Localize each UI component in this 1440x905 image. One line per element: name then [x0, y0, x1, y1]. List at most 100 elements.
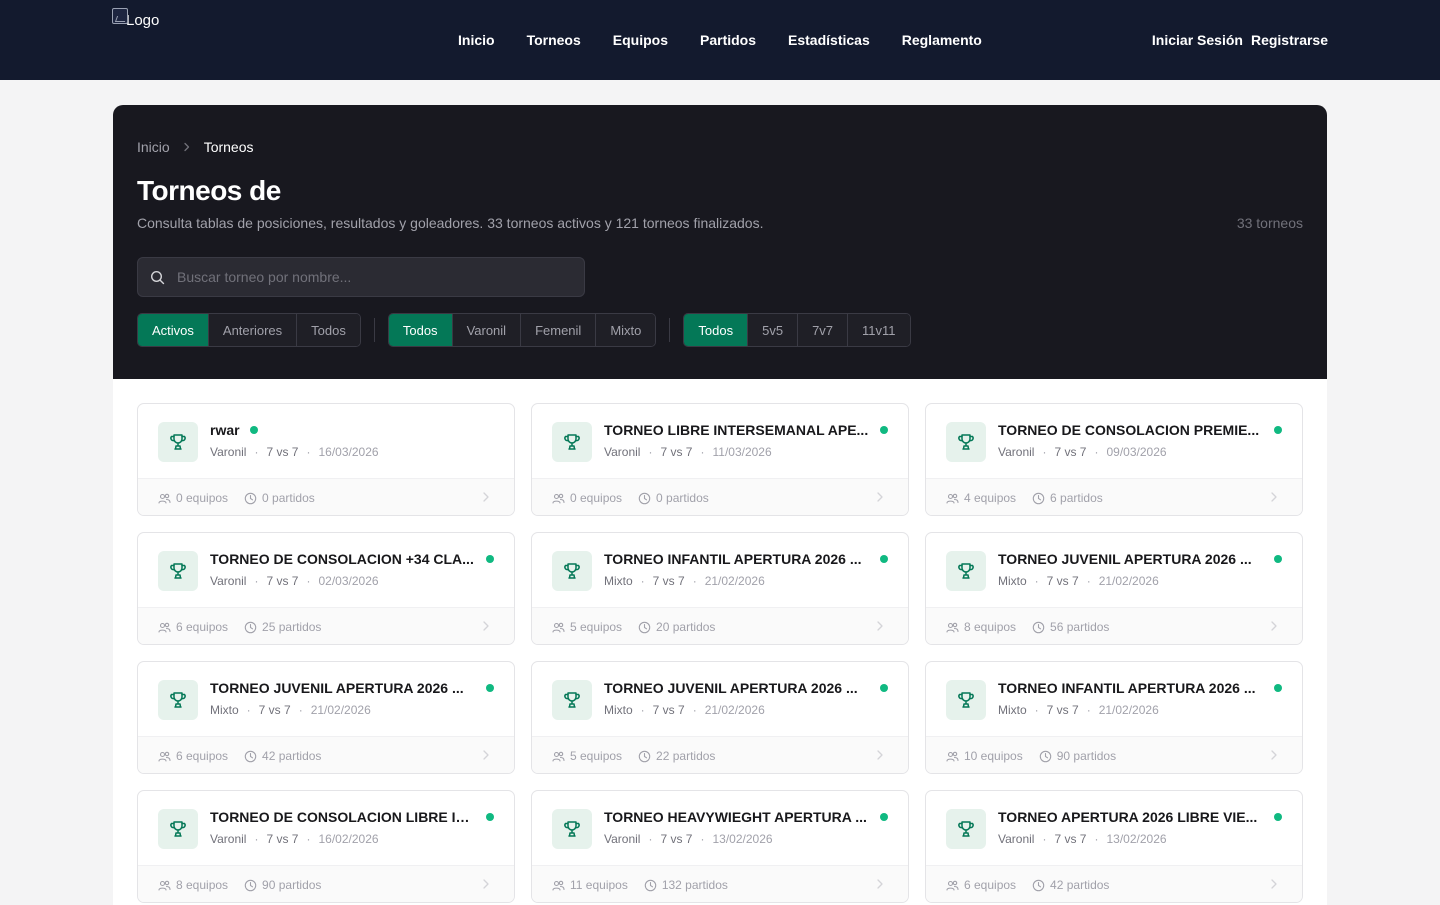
users-icon — [946, 751, 959, 762]
tournament-gender: Varonil — [998, 445, 1035, 459]
tournament-name: TORNEO DE CONSOLACION LIBRE IN... — [210, 809, 476, 825]
tournament-card[interactable]: TORNEO DE CONSOLACION +34 CLA... Varonil… — [137, 532, 515, 645]
tournament-name: TORNEO JUVENIL APERTURA 2026 ... — [210, 680, 464, 696]
tournament-gender: Mixto — [998, 703, 1027, 717]
tournament-card[interactable]: rwar Varonil · 7 vs 7 · 16/03/2026 0 equip… — [137, 403, 515, 516]
trophy-icon — [158, 422, 198, 462]
team-count: 8 equipos — [176, 878, 229, 892]
chevron-right-icon — [874, 491, 886, 503]
tournament-card[interactable]: TORNEO JUVENIL APERTURA 2026 ... Mixto · … — [137, 661, 515, 774]
login-link[interactable]: Iniciar Sesión — [1152, 32, 1243, 48]
tournament-card[interactable]: TORNEO INFANTIL APERTURA 2026 ... Mixto ·… — [925, 661, 1303, 774]
tournament-card[interactable]: TORNEO LIBRE INTERSEMANAL APE... Varonil… — [531, 403, 909, 516]
search-box — [137, 257, 585, 297]
main-container: Inicio Torneos Torneos de Consulta tabla… — [113, 105, 1327, 905]
main-nav: Inicio Torneos Equipos Partidos Estadíst… — [442, 0, 998, 80]
page-subtitle: Consulta tablas de posiciones, resultado… — [137, 215, 764, 231]
active-status-dot — [249, 426, 258, 434]
nav-link-equipos[interactable]: Equipos — [597, 32, 684, 48]
filter-format-todos[interactable]: Todos — [684, 314, 749, 346]
format-filter-group: Todos 5v5 7v7 11v11 — [683, 313, 911, 347]
tournament-gender: Mixto — [604, 574, 633, 588]
team-count: 8 equipos — [964, 620, 1017, 634]
tournament-card[interactable]: TORNEO APERTURA 2026 LIBRE VIE... Varoni… — [925, 790, 1303, 903]
tournament-format: 7 vs 7 — [266, 574, 299, 588]
trophy-icon — [158, 680, 198, 720]
team-count: 4 equipos — [964, 491, 1017, 505]
logo-alt-text: Logo — [126, 12, 160, 29]
tournament-card[interactable]: TORNEO JUVENIL APERTURA 2026 ... Mixto · … — [925, 532, 1303, 645]
gender-filter-group: Todos Varonil Femenil Mixto — [387, 313, 657, 347]
search-input[interactable] — [177, 269, 557, 285]
match-count: 90 partidos — [262, 878, 322, 892]
active-status-dot — [880, 426, 888, 434]
breadcrumb: Inicio Torneos — [137, 139, 254, 155]
tournament-date: 21/02/2026 — [1098, 703, 1159, 717]
clock-icon — [644, 879, 657, 891]
tournament-date: 21/02/2026 — [704, 703, 765, 717]
chevron-right-icon — [182, 142, 192, 152]
nav-link-partidos[interactable]: Partidos — [684, 32, 772, 48]
breadcrumb-current: Torneos — [203, 139, 254, 155]
tournament-name: TORNEO DE CONSOLACION PREMIE... — [998, 422, 1260, 438]
tournament-card[interactable]: TORNEO INFANTIL APERTURA 2026 ... Mixto ·… — [531, 532, 909, 645]
logo[interactable]: Logo — [112, 8, 159, 32]
team-count: 5 equipos — [570, 620, 623, 634]
active-status-dot — [880, 555, 888, 563]
users-icon — [552, 493, 565, 504]
filter-status-anteriores[interactable]: Anteriores — [208, 314, 298, 346]
tournament-format: 7 vs 7 — [1046, 574, 1079, 588]
tournament-gender: Mixto — [998, 574, 1027, 588]
trophy-icon — [946, 422, 986, 462]
tournament-card[interactable]: TORNEO JUVENIL APERTURA 2026 ... Mixto · … — [531, 661, 909, 774]
chevron-right-icon — [1268, 749, 1280, 761]
filter-status-todos[interactable]: Todos — [297, 314, 360, 346]
breadcrumb-home[interactable]: Inicio — [137, 139, 170, 155]
chevron-right-icon — [480, 491, 492, 503]
tournament-card[interactable]: TORNEO DE CONSOLACION LIBRE IN... Varoni… — [137, 790, 515, 903]
filter-gender-varonil[interactable]: Varonil — [452, 314, 522, 346]
trophy-icon — [552, 422, 592, 462]
filter-divider — [669, 318, 671, 342]
match-count: 42 partidos — [1050, 878, 1110, 892]
chevron-right-icon — [1268, 491, 1280, 503]
page-title: Torneos de — [137, 175, 281, 206]
nav-link-inicio[interactable]: Inicio — [442, 32, 511, 48]
tournament-format: 7 vs 7 — [660, 445, 693, 459]
clock-icon — [244, 750, 257, 762]
tournament-format: 7 vs 7 — [660, 832, 693, 846]
active-status-dot — [1274, 684, 1282, 692]
trophy-icon — [552, 680, 592, 720]
top-navbar: Logo Inicio Torneos Equipos Partidos Est… — [0, 0, 1440, 80]
tournament-format: 7 vs 7 — [1046, 703, 1079, 717]
filter-format-7v7[interactable]: 7v7 — [798, 314, 849, 346]
filter-gender-todos[interactable]: Todos — [388, 314, 453, 346]
tournament-format: 7 vs 7 — [266, 445, 299, 459]
filter-format-5v5[interactable]: 5v5 — [748, 314, 799, 346]
match-count: 0 partidos — [262, 491, 315, 505]
register-link[interactable]: Registrarse — [1251, 32, 1328, 48]
active-status-dot — [1274, 426, 1282, 434]
users-icon — [946, 622, 959, 633]
filter-gender-mixto[interactable]: Mixto — [596, 314, 656, 346]
tournament-card[interactable]: TORNEO HEAVYWIEGHT APERTURA ... Varonil ·… — [531, 790, 909, 903]
clock-icon — [638, 621, 651, 633]
tournament-date: 16/03/2026 — [318, 445, 379, 459]
nav-link-estadisticas[interactable]: Estadísticas — [772, 32, 886, 48]
match-count: 132 partidos — [661, 878, 728, 892]
match-count: 42 partidos — [262, 749, 322, 763]
users-icon — [158, 493, 171, 504]
filter-format-11v11[interactable]: 11v11 — [848, 314, 910, 346]
filter-gender-femenil[interactable]: Femenil — [521, 314, 597, 346]
match-count: 0 partidos — [656, 491, 709, 505]
nav-link-reglamento[interactable]: Reglamento — [886, 32, 998, 48]
match-count: 90 partidos — [1056, 749, 1117, 763]
tournament-gender: Varonil — [210, 832, 247, 846]
tournament-card[interactable]: TORNEO DE CONSOLACION PREMIE... Varonil ·… — [925, 403, 1303, 516]
users-icon — [158, 880, 171, 891]
filter-status-activos[interactable]: Activos — [138, 314, 209, 346]
nav-link-torneos[interactable]: Torneos — [511, 32, 597, 48]
team-count: 5 equipos — [570, 749, 623, 763]
trophy-icon — [552, 551, 592, 591]
tournament-name: TORNEO HEAVYWIEGHT APERTURA ... — [604, 809, 867, 825]
